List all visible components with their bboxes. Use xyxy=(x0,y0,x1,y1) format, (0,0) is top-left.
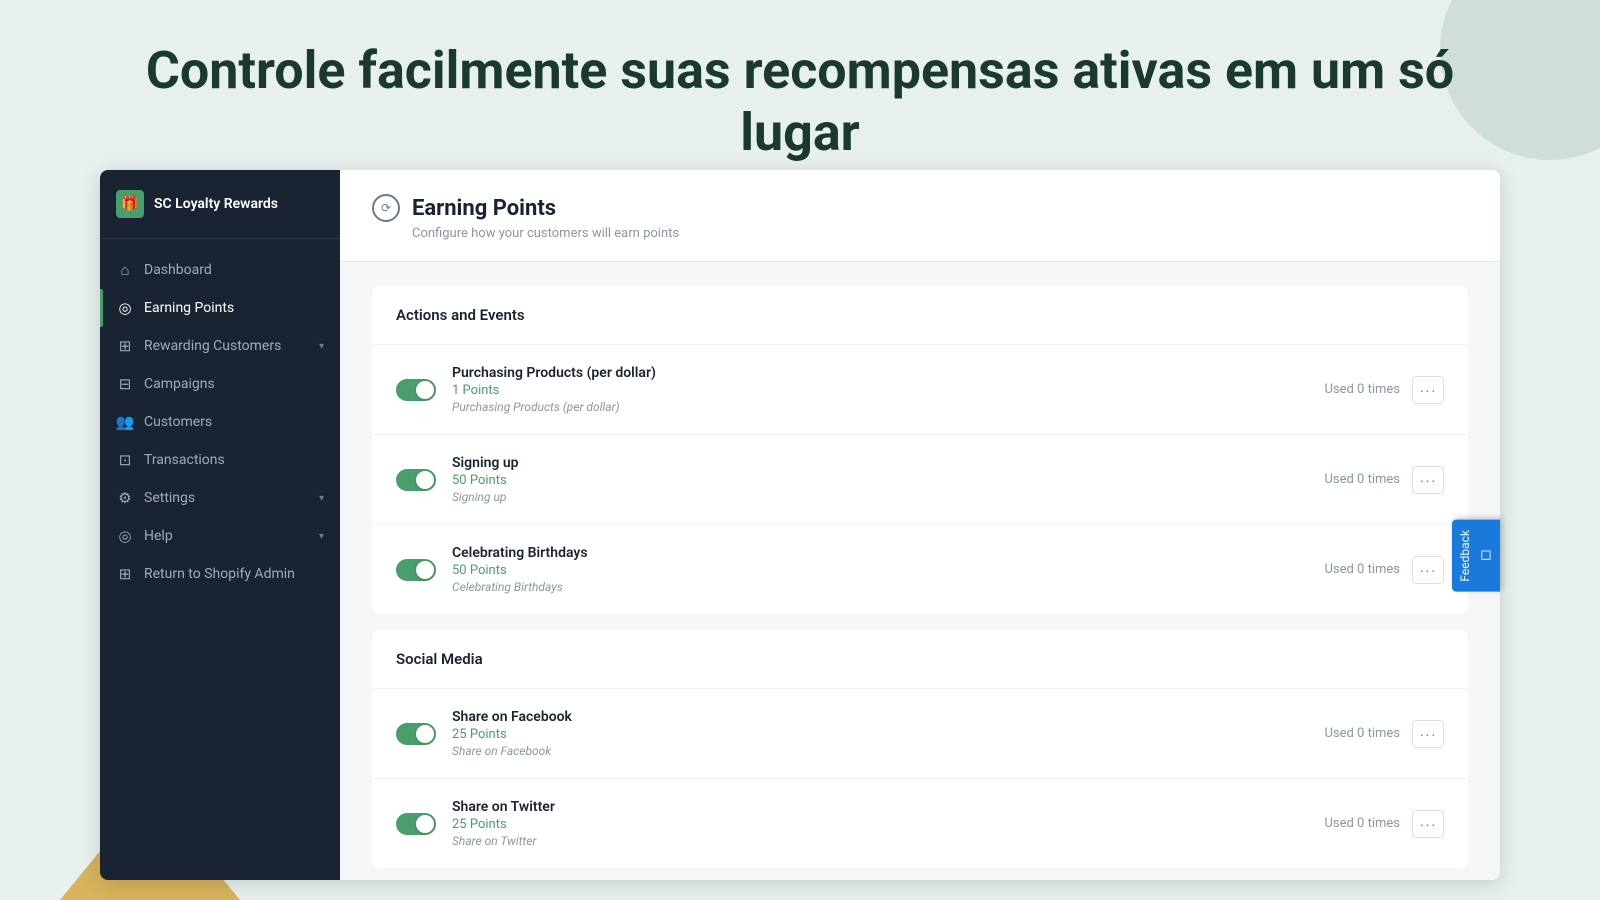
section-header-social-media: Social Media xyxy=(372,630,1468,689)
action-points: 50 Points xyxy=(452,563,1308,578)
action-points: 50 Points xyxy=(452,473,1308,488)
more-button[interactable]: ··· xyxy=(1412,376,1444,404)
sidebar-item-customers[interactable]: 👥 Customers xyxy=(100,403,340,441)
sidebar-item-label: Dashboard xyxy=(144,262,212,278)
more-button[interactable]: ··· xyxy=(1412,810,1444,838)
action-item-share-twitter: Share on Twitter 25 Points Share on Twit… xyxy=(372,779,1468,868)
customers-icon: 👥 xyxy=(116,413,134,431)
sidebar-item-label: Rewarding Customers xyxy=(144,338,281,354)
sidebar-item-transactions[interactable]: ⊡ Transactions xyxy=(100,441,340,479)
content-title: Earning Points xyxy=(412,196,556,221)
action-meta: Used 0 times ··· xyxy=(1324,466,1444,494)
sidebar-item-rewarding-customers[interactable]: ⊞ Rewarding Customers ▾ xyxy=(100,327,340,365)
page-heading: Controle facilmente suas recompensas ati… xyxy=(120,40,1480,165)
more-button[interactable]: ··· xyxy=(1412,466,1444,494)
sidebar-item-return-shopify[interactable]: ⊞ Return to Shopify Admin xyxy=(100,555,340,593)
used-times: Used 0 times xyxy=(1324,562,1400,577)
more-button[interactable]: ··· xyxy=(1412,720,1444,748)
action-desc: Celebrating Birthdays xyxy=(452,580,1308,594)
action-points: 25 Points xyxy=(452,727,1308,742)
action-info-signing-up: Signing up 50 Points Signing up xyxy=(452,455,1308,504)
action-name: Signing up xyxy=(452,455,1308,471)
action-name: Share on Twitter xyxy=(452,799,1308,815)
section-divider xyxy=(372,614,1468,630)
sidebar-item-label: Earning Points xyxy=(144,300,234,316)
action-meta: Used 0 times ··· xyxy=(1324,810,1444,838)
content-header: ⟳ Earning Points Configure how your cust… xyxy=(340,170,1500,262)
page-header: Controle facilmente suas recompensas ati… xyxy=(120,40,1480,165)
action-item-signing-up: Signing up 50 Points Signing up Used 0 t… xyxy=(372,435,1468,525)
section-social-media: Social Media Share on Facebook 25 Points… xyxy=(372,630,1468,868)
main-content: ⟳ Earning Points Configure how your cust… xyxy=(340,170,1500,880)
feedback-button[interactable]: Feedback ◻ xyxy=(1452,520,1500,592)
toggle-celebrating-birthdays[interactable] xyxy=(396,559,436,581)
action-info-purchasing-products: Purchasing Products (per dollar) 1 Point… xyxy=(452,365,1308,414)
used-times: Used 0 times xyxy=(1324,726,1400,741)
sidebar-item-dashboard[interactable]: ⌂ Dashboard xyxy=(100,251,340,289)
more-button[interactable]: ··· xyxy=(1412,556,1444,584)
dashboard-icon: ⌂ xyxy=(116,261,134,279)
action-desc: Purchasing Products (per dollar) xyxy=(452,400,1308,414)
action-name: Share on Facebook xyxy=(452,709,1308,725)
help-icon: ◎ xyxy=(116,527,134,545)
action-desc: Signing up xyxy=(452,490,1308,504)
sidebar-item-label: Campaigns xyxy=(144,376,215,392)
transactions-icon: ⊡ xyxy=(116,451,134,469)
feedback-icon: ◻ xyxy=(1478,548,1494,564)
content-header-row: ⟳ Earning Points xyxy=(372,194,1468,222)
content-body: Actions and Events Purchasing Products (… xyxy=(340,262,1500,880)
action-item-share-facebook: Share on Facebook 25 Points Share on Fac… xyxy=(372,689,1468,779)
content-subtitle: Configure how your customers will earn p… xyxy=(412,226,1468,241)
sidebar-item-settings[interactable]: ⚙ Settings ▾ xyxy=(100,479,340,517)
brand-icon: 🎁 xyxy=(116,190,144,218)
action-info-share-facebook: Share on Facebook 25 Points Share on Fac… xyxy=(452,709,1308,758)
sidebar-item-campaigns[interactable]: ⊟ Campaigns xyxy=(100,365,340,403)
action-item-celebrating-birthdays: Celebrating Birthdays 50 Points Celebrat… xyxy=(372,525,1468,614)
brand-name: SC Loyalty Rewards xyxy=(154,196,278,212)
chevron-down-icon: ▾ xyxy=(319,341,324,352)
toggle-share-twitter[interactable] xyxy=(396,813,436,835)
action-desc: Share on Twitter xyxy=(452,834,1308,848)
chevron-down-icon: ▾ xyxy=(319,531,324,542)
sidebar-item-earning-points[interactable]: ◎ Earning Points xyxy=(100,289,340,327)
action-meta: Used 0 times ··· xyxy=(1324,376,1444,404)
rewarding-customers-icon: ⊞ xyxy=(116,337,134,355)
action-points: 25 Points xyxy=(452,817,1308,832)
toggle-share-facebook[interactable] xyxy=(396,723,436,745)
sidebar-item-label: Return to Shopify Admin xyxy=(144,566,295,582)
used-times: Used 0 times xyxy=(1324,382,1400,397)
main-layout: 🎁 SC Loyalty Rewards ⌂ Dashboard ◎ Earni… xyxy=(100,170,1500,880)
earning-points-header-icon: ⟳ xyxy=(372,194,400,222)
action-info-share-twitter: Share on Twitter 25 Points Share on Twit… xyxy=(452,799,1308,848)
action-points: 1 Points xyxy=(452,383,1308,398)
action-info-celebrating-birthdays: Celebrating Birthdays 50 Points Celebrat… xyxy=(452,545,1308,594)
sidebar-item-label: Settings xyxy=(144,490,195,506)
section-header-actions-events: Actions and Events xyxy=(372,286,1468,345)
sidebar: 🎁 SC Loyalty Rewards ⌂ Dashboard ◎ Earni… xyxy=(100,170,340,880)
earning-points-icon: ◎ xyxy=(116,299,134,317)
used-times: Used 0 times xyxy=(1324,816,1400,831)
toggle-signing-up[interactable] xyxy=(396,469,436,491)
sidebar-item-help[interactable]: ◎ Help ▾ xyxy=(100,517,340,555)
toggle-purchasing-products[interactable] xyxy=(396,379,436,401)
action-meta: Used 0 times ··· xyxy=(1324,556,1444,584)
action-name: Celebrating Birthdays xyxy=(452,545,1308,561)
return-shopify-icon: ⊞ xyxy=(116,565,134,583)
campaigns-icon: ⊟ xyxy=(116,375,134,393)
sidebar-item-label: Customers xyxy=(144,414,212,430)
action-item-purchasing-products: Purchasing Products (per dollar) 1 Point… xyxy=(372,345,1468,435)
settings-icon: ⚙ xyxy=(116,489,134,507)
feedback-label: Feedback xyxy=(1458,530,1472,582)
action-desc: Share on Facebook xyxy=(452,744,1308,758)
sidebar-item-label: Transactions xyxy=(144,452,225,468)
section-actions-events: Actions and Events Purchasing Products (… xyxy=(372,286,1468,614)
sidebar-nav: ⌂ Dashboard ◎ Earning Points ⊞ Rewarding… xyxy=(100,239,340,880)
used-times: Used 0 times xyxy=(1324,472,1400,487)
chevron-down-icon: ▾ xyxy=(319,493,324,504)
action-name: Purchasing Products (per dollar) xyxy=(452,365,1308,381)
sidebar-item-label: Help xyxy=(144,528,173,544)
action-meta: Used 0 times ··· xyxy=(1324,720,1444,748)
sidebar-brand: 🎁 SC Loyalty Rewards xyxy=(100,170,340,239)
